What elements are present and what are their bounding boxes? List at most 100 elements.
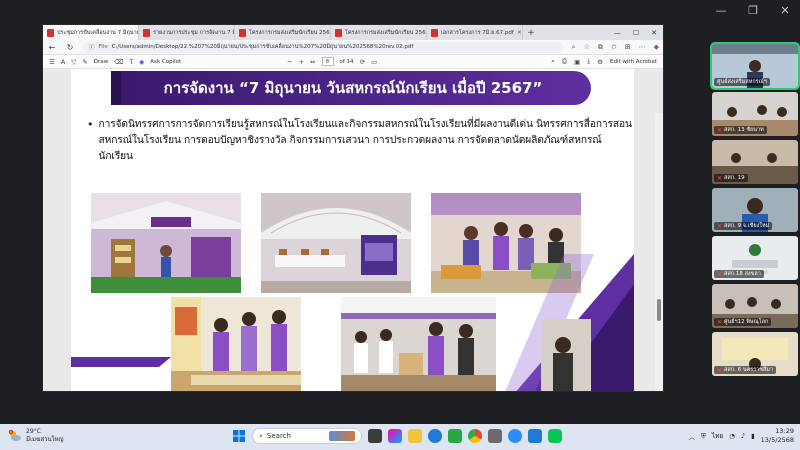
split-screen-icon[interactable]: ⧉ xyxy=(598,43,603,52)
copilot-icon[interactable]: ◆ xyxy=(139,58,144,66)
browser-tab[interactable]: โครงการกรมส่งเสริมนักเรียน 2568 สหกรณ์ × xyxy=(331,25,427,40)
windows-start-icon[interactable] xyxy=(232,429,246,443)
browser-tab[interactable]: โครงการกรมส่งเสริมนักเรียน 2568 สหกรณ์ × xyxy=(235,25,331,40)
chevron-up-icon[interactable]: ︿ xyxy=(689,431,696,441)
line-icon[interactable] xyxy=(548,429,562,443)
participant-tile[interactable]: ศูนย์ส่งเสริมสหกรณ์ฯ xyxy=(710,42,800,90)
volume-icon[interactable]: ♪ xyxy=(741,432,745,440)
participant-tile[interactable]: ✕ สสก. 6 นครราชสีมา xyxy=(712,332,798,376)
lang-indicator[interactable]: ไทย xyxy=(712,431,723,441)
photo-officials-students xyxy=(341,297,496,391)
print-icon[interactable]: ⎙ xyxy=(562,57,567,66)
chrome-icon[interactable] xyxy=(468,429,482,443)
zoom-icon[interactable] xyxy=(508,429,522,443)
ask-copilot-button[interactable]: Ask Copilot xyxy=(150,59,181,65)
zoom-out-icon[interactable]: − xyxy=(287,58,292,66)
participant-tile[interactable]: ✕ สสก.18 สงขลา xyxy=(712,236,798,280)
taskbar-search[interactable]: ⌕ Search xyxy=(252,428,362,444)
participant-label: ✕ สสก. 19 xyxy=(714,174,748,182)
participant-tile[interactable]: ✕ สสก. 13 ชัยนาท xyxy=(712,92,798,136)
browser-tab[interactable]: ประชุมการขับเคลื่อนงาน 7 มิถุนายน 25 × xyxy=(43,25,139,40)
maximize-icon[interactable]: ☐ xyxy=(633,29,639,37)
meeting-top-bar: — ❐ ✕ xyxy=(0,0,800,24)
photo-officials-examining xyxy=(171,297,326,391)
info-icon: ⓘ xyxy=(89,45,95,51)
time-text: 13:29 xyxy=(775,427,794,435)
page-view-icon[interactable]: ▭ xyxy=(371,58,377,66)
copilot-app-icon[interactable] xyxy=(388,429,402,443)
browser-tab[interactable]: เอกสารโครงการ 7มิ.ย.67.pdf × xyxy=(427,25,523,40)
restore-icon[interactable]: ❐ xyxy=(746,4,760,17)
refresh-icon[interactable]: ↻ xyxy=(65,43,75,52)
battery-icon[interactable]: ▮ xyxy=(751,432,755,440)
browser-window-controls: — ☐ ✕ xyxy=(614,25,663,40)
taskbar-apps: ⌕ Search xyxy=(232,428,562,444)
task-view-icon[interactable] xyxy=(368,429,382,443)
fit-page-icon[interactable]: ⇔ xyxy=(310,58,315,66)
participant-tile[interactable]: ✕ ศูนย์ฯ12 พิษณุโลก xyxy=(712,284,798,328)
new-tab-button[interactable]: + xyxy=(523,25,539,40)
highlight-icon[interactable]: ▽ xyxy=(71,58,76,66)
save-as-icon[interactable]: ⤓ xyxy=(587,57,590,66)
bullet-dot: • xyxy=(87,118,94,131)
favorites-bar-icon[interactable]: ✩ xyxy=(611,43,617,51)
participant-tile[interactable]: ✕ สสก. 9 จ.เชียงใหม่ xyxy=(712,188,798,232)
close-icon[interactable]: ✕ xyxy=(651,29,657,37)
weather-widget[interactable]: 1 29°C มีเมฆส่วนใหญ่ xyxy=(8,428,64,444)
participant-panel: ศูนย์ส่งเสริมสหกรณ์ฯ ✕ สสก. 13 ชัยนาท ✕ สส… xyxy=(710,42,800,378)
address-bar[interactable]: ⓘ File C:/Users/admin/Desktop/22.%207%20… xyxy=(83,41,564,53)
address-bar-row: ← ↻ ⓘ File C:/Users/admin/Desktop/22.%20… xyxy=(43,40,663,55)
word-icon[interactable] xyxy=(528,429,542,443)
mic-off-icon: ✕ xyxy=(717,126,723,134)
favorite-icon[interactable]: ☆ xyxy=(584,43,590,51)
browser-tab[interactable]: รายงานการประชุม การจัดงาน 7 มิถุนายน × xyxy=(139,25,235,40)
zoom-in-icon[interactable]: + xyxy=(299,58,304,66)
bullet-text: การจัดนิทรรศการการจัดการเรียนรู้สหกรณ์ใน… xyxy=(98,119,633,162)
weather-desc: มีเมฆส่วนใหญ่ xyxy=(26,436,64,443)
text-icon[interactable]: T xyxy=(129,58,133,66)
photo-official-partial xyxy=(541,319,591,391)
contents-icon[interactable]: ☰ xyxy=(49,58,55,66)
participant-label: ศูนย์ส่งเสริมสหกรณ์ฯ xyxy=(714,78,770,86)
settings-icon[interactable]: ⚙ xyxy=(597,58,603,66)
store-icon[interactable] xyxy=(448,429,462,443)
pdf-viewport[interactable]: การจัดงาน “7 มิถุนายน วันสหกรณ์นักเรียน … xyxy=(43,69,663,391)
edge-icon[interactable] xyxy=(428,429,442,443)
search-icon[interactable]: ⌕ xyxy=(551,57,555,66)
date-text: 13/5/2568 xyxy=(760,436,794,444)
scrollbar-thumb[interactable] xyxy=(657,299,661,321)
copilot-icon[interactable]: ◆ xyxy=(654,43,659,51)
security-icon[interactable]: ⛨ xyxy=(701,432,706,441)
read-aloud-icon[interactable]: A xyxy=(61,58,65,66)
calculator-icon[interactable] xyxy=(488,429,502,443)
weather-temp: 29°C xyxy=(26,428,41,435)
close-tab-icon[interactable]: × xyxy=(517,29,522,36)
clock[interactable]: 13:29 13/5/2568 xyxy=(761,427,794,445)
browser-window: ประชุมการขับเคลื่อนงาน 7 มิถุนายน 25 × ร… xyxy=(42,24,664,392)
participant-tile[interactable]: ✕ สสก. 19 xyxy=(712,140,798,184)
tab-title: โครงการกรมส่งเสริมนักเรียน 2568 สหกรณ์ xyxy=(249,29,330,36)
edit-with-acrobat-button[interactable]: Edit with Acrobat xyxy=(610,59,657,65)
weather-badge-text: 1 xyxy=(10,430,12,434)
draw-icon[interactable]: ✎ xyxy=(82,58,87,66)
more-icon[interactable]: ⋯ xyxy=(639,43,646,51)
scrollbar-track[interactable] xyxy=(655,113,663,391)
minimize-icon[interactable]: — xyxy=(714,4,728,17)
minimize-icon[interactable]: — xyxy=(614,29,621,37)
back-icon[interactable]: ← xyxy=(47,43,57,52)
save-icon[interactable]: ▣ xyxy=(574,58,580,66)
participant-label: ✕ ศูนย์ฯ12 พิษณุโลก xyxy=(714,318,772,326)
collections-icon[interactable]: ⊞ xyxy=(625,43,631,51)
file-scheme-label: File xyxy=(98,44,108,50)
close-icon[interactable]: ✕ xyxy=(778,4,792,17)
tab-bar: ประชุมการขับเคลื่อนงาน 7 มิถุนายน 25 × ร… xyxy=(43,25,663,40)
page-number-input[interactable]: 8 xyxy=(321,57,334,66)
page-total: of 14 xyxy=(339,58,354,65)
rotate-icon[interactable]: ⟳ xyxy=(360,58,365,66)
file-explorer-icon[interactable] xyxy=(408,429,422,443)
draw-button[interactable]: Draw xyxy=(94,59,108,65)
photo-tent-exhibition xyxy=(261,193,411,293)
wifi-icon[interactable]: ◔ xyxy=(729,432,735,440)
search-icon[interactable]: ⌕ xyxy=(572,43,576,52)
erase-icon[interactable]: ⌫ xyxy=(114,58,123,66)
